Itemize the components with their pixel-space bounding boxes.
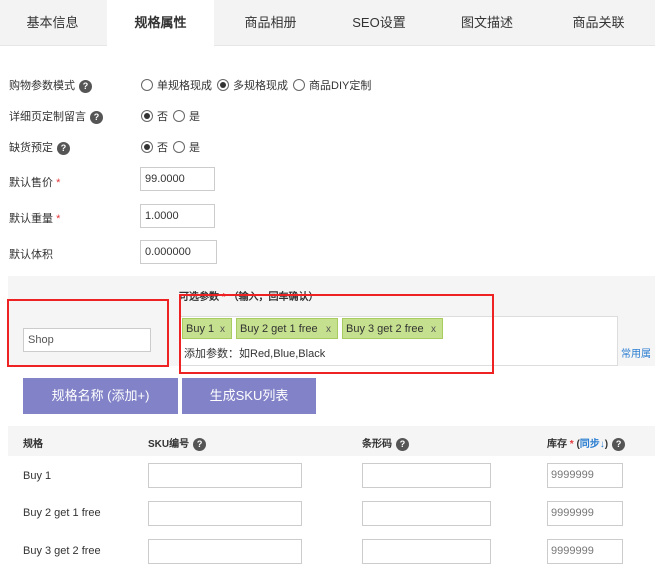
common-attributes-link[interactable]: 常用属 xyxy=(621,345,651,360)
generate-sku-button[interactable]: 生成SKU列表 xyxy=(182,378,316,414)
table-row-spec: Buy 3 get 2 free xyxy=(23,545,101,557)
radio-single-spec[interactable] xyxy=(141,79,153,91)
tab-basic-info[interactable]: 基本信息 xyxy=(0,0,105,46)
radio-backorder-yes[interactable] xyxy=(173,141,185,153)
add-spec-name-button[interactable]: 规格名称 (添加+) xyxy=(23,378,178,414)
barcode-input[interactable] xyxy=(362,463,491,488)
barcode-input[interactable] xyxy=(362,501,491,526)
price-label-text: 默认售价 xyxy=(9,177,53,189)
col-stock-header-text: 库存 xyxy=(547,439,567,450)
col-spec-header: 规格 xyxy=(23,439,43,450)
table-row-spec: Buy 1 xyxy=(23,470,52,482)
purchase-mode-text: 购物参数模式 xyxy=(9,80,75,92)
tab-spec-attributes[interactable]: 规格属性 xyxy=(107,0,214,47)
weight-label: 默认重量 * xyxy=(9,210,60,226)
help-icon[interactable]: ? xyxy=(193,437,207,451)
price-input[interactable]: 99.0000 xyxy=(140,167,215,191)
radio-diy-custom[interactable] xyxy=(293,79,305,91)
required-marker: * xyxy=(56,177,61,189)
backorder-radios: 否 是 xyxy=(141,139,205,155)
radio-single-spec-label: 单规格现成 xyxy=(157,80,212,92)
radio-custom-yes[interactable] xyxy=(173,110,185,122)
weight-label-text: 默认重量 xyxy=(9,213,53,225)
radio-custom-yes-label: 是 xyxy=(189,111,200,123)
radio-diy-custom-label: 商品DIY定制 xyxy=(309,80,372,92)
radio-backorder-no[interactable] xyxy=(141,141,153,153)
required-marker: * xyxy=(56,213,61,225)
radio-multi-spec-label: 多规格现成 xyxy=(233,80,288,92)
help-icon[interactable]: ? xyxy=(57,141,70,155)
backorder-label: 缺货预定? xyxy=(9,139,70,155)
col-sku-header: SKU编号? xyxy=(148,435,207,451)
volume-label: 默认体积 xyxy=(9,249,53,261)
stock-input[interactable]: 9999999 xyxy=(547,539,623,564)
help-icon[interactable]: ? xyxy=(396,437,409,451)
custom-message-radios: 否 是 xyxy=(141,108,205,124)
price-label: 默认售价 * xyxy=(9,174,60,190)
purchase-mode-radios: 单规格现成 多规格现成 商品DIY定制 xyxy=(141,77,376,93)
tab-product-relations[interactable]: 商品关联 xyxy=(542,0,655,46)
col-barcode-header-text: 条形码 xyxy=(362,439,392,450)
help-icon[interactable]: ? xyxy=(612,437,626,451)
radio-custom-no[interactable] xyxy=(141,110,153,122)
help-icon[interactable]: ? xyxy=(90,110,103,124)
help-icon[interactable]: ? xyxy=(79,79,92,93)
radio-custom-no-label: 否 xyxy=(157,111,168,123)
sku-input[interactable] xyxy=(148,539,302,564)
highlight-box-spec-name xyxy=(7,299,169,367)
volume-input[interactable]: 0.000000 xyxy=(140,240,217,264)
custom-message-label: 详细页定制留言? xyxy=(9,108,103,124)
col-barcode-header: 条形码? xyxy=(362,435,409,451)
col-sku-header-text: SKU编号 xyxy=(148,439,190,450)
tab-product-album[interactable]: 商品相册 xyxy=(218,0,323,46)
radio-multi-spec[interactable] xyxy=(217,79,229,91)
weight-input[interactable]: 1.0000 xyxy=(140,204,215,228)
table-row-spec: Buy 2 get 1 free xyxy=(23,507,101,519)
custom-message-text: 详细页定制留言 xyxy=(9,111,86,123)
backorder-text: 缺货预定 xyxy=(9,142,53,154)
barcode-input[interactable] xyxy=(362,539,491,564)
stock-input[interactable]: 9999999 xyxy=(547,501,623,526)
highlight-box-spec-params xyxy=(179,294,494,374)
tab-seo-settings[interactable]: SEO设置 xyxy=(326,0,432,46)
purchase-mode-label: 购物参数模式? xyxy=(9,77,92,93)
required-marker: * xyxy=(569,439,574,450)
stock-input[interactable]: 9999999 xyxy=(547,463,623,488)
radio-backorder-yes-label: 是 xyxy=(189,142,200,154)
sku-input[interactable] xyxy=(148,501,302,526)
tab-bar: 基本信息 规格属性 商品相册 SEO设置 图文描述 商品关联 xyxy=(0,0,655,47)
col-stock-header: 库存 * (同步↓)? xyxy=(547,435,626,451)
tab-rich-description[interactable]: 图文描述 xyxy=(434,0,540,46)
stock-sync-link[interactable]: 同步↓ xyxy=(580,439,605,450)
sku-input[interactable] xyxy=(148,463,302,488)
radio-backorder-no-label: 否 xyxy=(157,142,168,154)
